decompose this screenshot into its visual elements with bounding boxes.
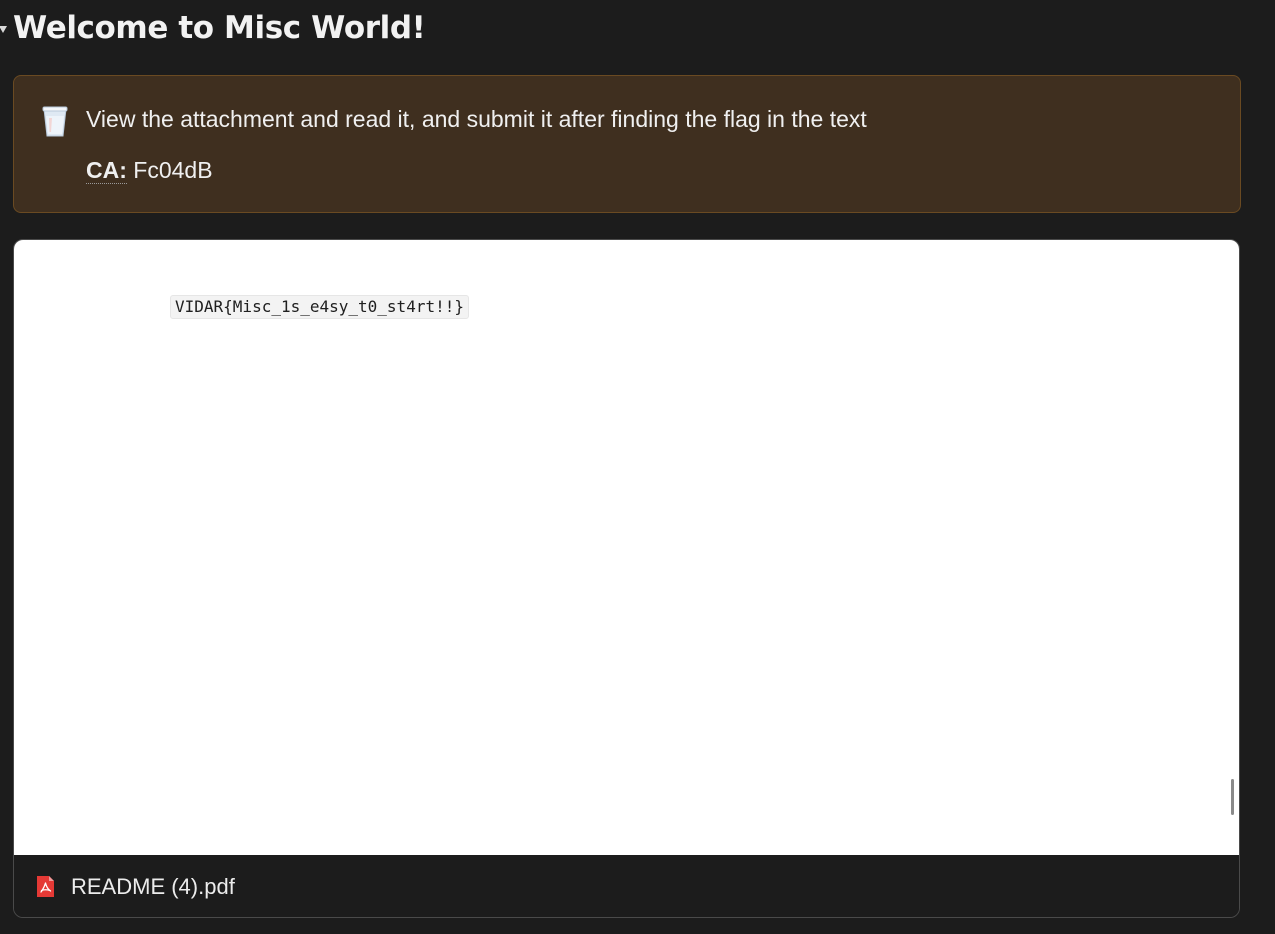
callout-block: View the attachment and read it, and sub…: [13, 75, 1241, 213]
page: Welcome to Misc World! View the attachme…: [0, 0, 1275, 934]
ca-label: CA:: [86, 157, 127, 184]
triangle-down-icon[interactable]: [0, 25, 7, 33]
attachment-bar[interactable]: README (4).pdf: [14, 855, 1239, 917]
scrollbar-thumb[interactable]: [1231, 779, 1234, 815]
callout-text: View the attachment and read it, and sub…: [86, 106, 867, 132]
pdf-preview[interactable]: VIDAR{Misc_1s_e4sy_t0_st4rt!!}: [14, 240, 1239, 855]
cup-icon: [40, 104, 70, 138]
attachment-file-name[interactable]: README (4).pdf: [71, 874, 235, 900]
ca-value: Fc04dB: [133, 157, 213, 183]
pdf-embed: VIDAR{Misc_1s_e4sy_t0_st4rt!!} README (4…: [13, 239, 1240, 918]
page-title: Welcome to Misc World!: [13, 10, 426, 46]
flag-text: VIDAR{Misc_1s_e4sy_t0_st4rt!!}: [170, 295, 469, 319]
ca-line: CA: Fc04dB: [86, 157, 213, 184]
pdf-icon: [36, 875, 55, 898]
page-heading: Welcome to Misc World!: [0, 6, 426, 50]
